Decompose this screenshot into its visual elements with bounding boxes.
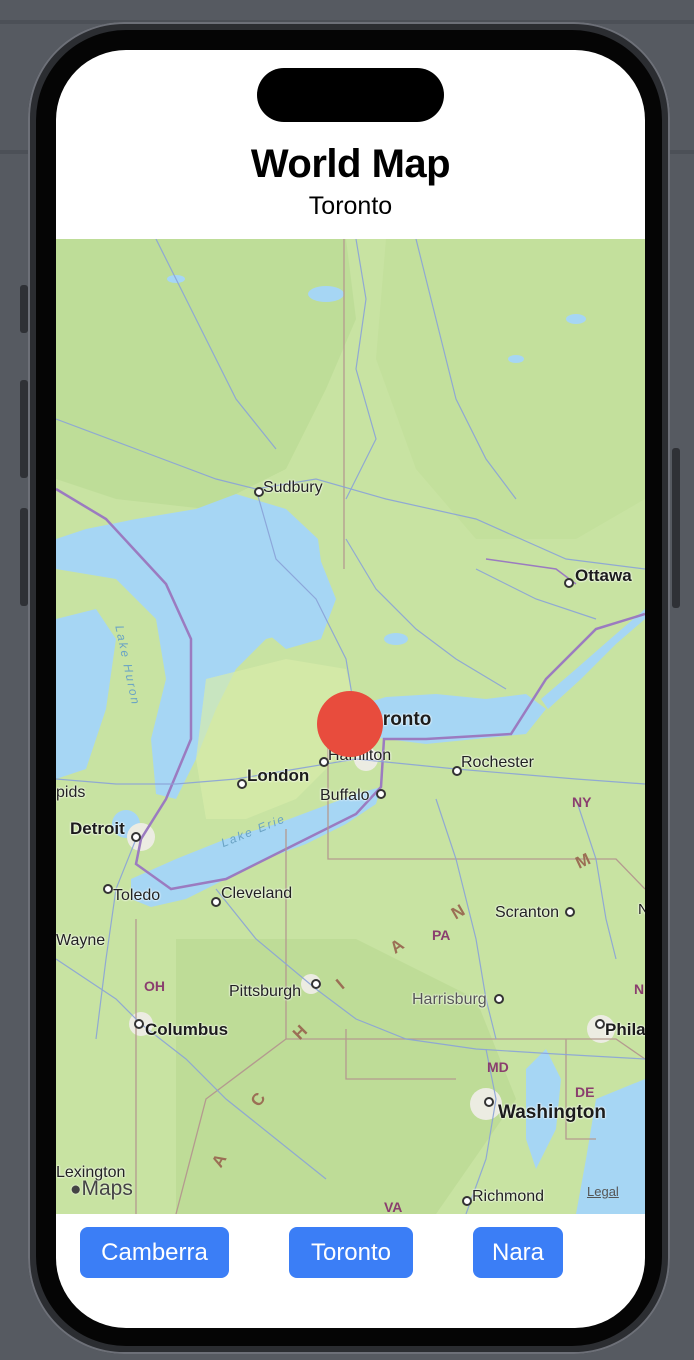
harrisburg-dot (494, 994, 504, 1004)
de-state-label: DE (575, 1084, 595, 1100)
map-view[interactable]: Lake Huron Lake Erie Sudbury Ottawa Toro… (56, 239, 645, 1214)
volume-up-button[interactable] (20, 380, 28, 478)
toronto-button[interactable]: Toronto (289, 1227, 413, 1278)
power-button[interactable] (672, 448, 680, 608)
phila-dot (595, 1019, 605, 1029)
maps-attribution-label: Maps (81, 1177, 133, 1200)
apple-maps-logo[interactable]: ●Maps (70, 1177, 133, 1201)
apple-icon: ● (70, 1179, 82, 1200)
oh-state-label: OH (144, 978, 165, 994)
nara-button[interactable]: Nara (473, 1227, 563, 1278)
columbus-dot (134, 1019, 144, 1029)
scranton-dot (565, 907, 575, 917)
selected-city-marker[interactable] (317, 691, 383, 757)
toledo-label: Toledo (113, 887, 161, 904)
london-dot (237, 779, 247, 789)
buffalo-dot (376, 789, 386, 799)
cleveland-dot (211, 897, 221, 907)
pittsburgh-dot (311, 979, 321, 989)
camberra-button[interactable]: Camberra (80, 1227, 229, 1278)
ny-state-label: NY (572, 794, 592, 810)
edge-n-label: N (638, 901, 645, 918)
washington-dot (484, 1097, 494, 1107)
harrisburg-label: Harrisburg (412, 991, 487, 1008)
richmond-dot (462, 1196, 472, 1206)
volume-down-button[interactable] (20, 508, 28, 606)
va-state-label: VA (384, 1199, 403, 1214)
cleveland-label: Cleveland (221, 885, 293, 902)
md-state-label: MD (487, 1059, 509, 1075)
toledo-dot (103, 884, 113, 894)
detroit-label: Detroit (70, 819, 125, 838)
action-button[interactable] (20, 285, 28, 333)
legal-link[interactable]: Legal (587, 1184, 619, 1199)
edge-n-state-label: N (634, 981, 645, 997)
dynamic-island (257, 68, 444, 122)
phila-label: Phila (605, 1020, 645, 1039)
london-label: London (247, 766, 310, 785)
washington-label: Washington (498, 1102, 606, 1123)
page-title: World Map (250, 142, 451, 186)
columbus-label: Columbus (145, 1020, 229, 1039)
pittsburgh-label: Pittsburgh (229, 983, 302, 1000)
rapids-label: pids (56, 784, 86, 801)
sudbury-label: Sudbury (263, 479, 323, 496)
ottawa-dot (564, 578, 574, 588)
selected-city-subtitle: Toronto (308, 192, 393, 220)
pa-state-label: PA (432, 927, 451, 943)
app-screen: World Map Toronto Lake Huron Lake Erie S… (56, 50, 645, 1328)
richmond-label: Richmond (472, 1188, 545, 1205)
scranton-label: Scranton (495, 904, 560, 921)
rochester-label: Rochester (461, 754, 534, 771)
ottawa-label: Ottawa (575, 566, 632, 585)
detroit-dot (131, 832, 141, 842)
buffalo-label: Buffalo (320, 787, 370, 804)
wayne-label: Wayne (56, 932, 106, 949)
